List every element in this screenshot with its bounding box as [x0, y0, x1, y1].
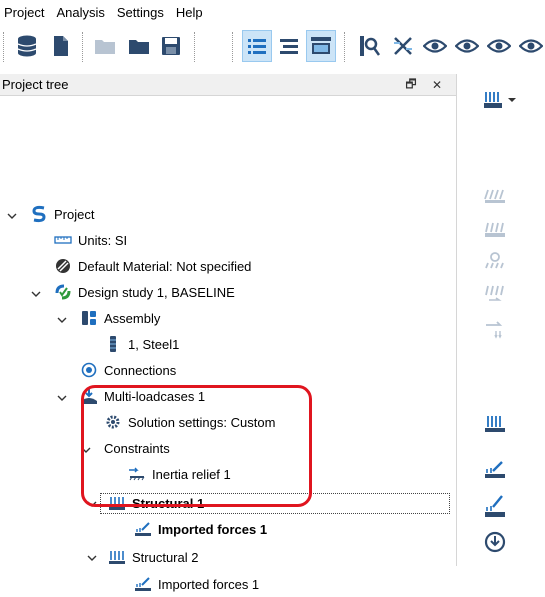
- eye-icon[interactable]: [420, 30, 450, 62]
- new-file-icon[interactable]: [46, 30, 76, 62]
- tree-label: Imported forces 1: [158, 576, 260, 592]
- imported-forces-icon: [134, 575, 152, 593]
- part-icon: [104, 335, 122, 353]
- panel-title: Project tree: [2, 77, 69, 92]
- tree-item-imported-forces-1a[interactable]: Imported forces 1: [134, 516, 267, 542]
- toolbar-separator: [82, 32, 83, 62]
- list-view-icon[interactable]: [242, 30, 272, 62]
- distributed-load-disabled-icon[interactable]: [480, 216, 510, 244]
- chevron-down-icon[interactable]: [6, 210, 18, 222]
- highlight-annotation-box: [81, 385, 312, 507]
- tree-item-units[interactable]: Units: SI: [54, 227, 127, 253]
- design-study-icon: [54, 283, 72, 301]
- float-panel-icon[interactable]: 🗗: [402, 76, 420, 94]
- tree-item-project[interactable]: Project: [30, 201, 94, 227]
- tree-item-part[interactable]: 1, Steel1: [104, 331, 179, 357]
- inspect-icon[interactable]: [354, 30, 384, 62]
- close-panel-icon[interactable]: ✕: [428, 76, 446, 94]
- menu-help[interactable]: Help: [170, 0, 209, 26]
- database-icon[interactable]: [12, 30, 42, 62]
- open-folder-disabled-icon[interactable]: [90, 30, 120, 62]
- chevron-down-icon[interactable]: [56, 314, 68, 326]
- gravity-load-disabled-icon[interactable]: [480, 248, 510, 276]
- main-toolbar: [0, 26, 545, 70]
- tree-label: 1, Steel1: [128, 336, 180, 352]
- assembly-icon: [80, 309, 98, 327]
- tree-label: Design study 1, BASELINE: [78, 284, 235, 300]
- pressure-load-disabled-icon[interactable]: [480, 182, 510, 210]
- tree-item-design-study[interactable]: Design study 1, BASELINE: [54, 279, 235, 305]
- image-view-icon[interactable]: [306, 30, 336, 62]
- menu-project[interactable]: Project: [0, 0, 50, 26]
- tree-label: Imported forces 1: [158, 521, 268, 537]
- tree-label: Units: SI: [78, 232, 128, 248]
- tree-item-connections[interactable]: Connections: [80, 357, 176, 383]
- project-tree-header: Project tree 🗗 ✕: [0, 74, 456, 96]
- download-circle-icon[interactable]: [480, 528, 510, 556]
- eye-extra-icon[interactable]: [516, 30, 545, 62]
- tree-item-imported-forces-1b[interactable]: Imported forces 1: [134, 571, 259, 597]
- menu-settings[interactable]: Settings: [111, 0, 170, 26]
- toolbar-separator: [194, 32, 195, 62]
- toolbar-separator: [3, 32, 4, 62]
- chevron-down-icon[interactable]: [30, 288, 42, 300]
- chevron-down-icon[interactable]: [56, 392, 68, 404]
- menu-bar: Project Analysis Settings Help: [0, 0, 545, 26]
- torque-load-disabled-icon[interactable]: [480, 280, 510, 308]
- tree-label: Default Material: Not specified: [78, 258, 252, 274]
- panel-divider: [456, 74, 457, 566]
- material-icon: [54, 257, 72, 275]
- imported-forces-icon: [134, 520, 152, 538]
- menu-analysis[interactable]: Analysis: [50, 0, 110, 26]
- imported-load-tool-icon[interactable]: [480, 490, 510, 524]
- toolbar-separator: [232, 32, 233, 62]
- save-icon[interactable]: [156, 30, 186, 62]
- ruler-icon: [54, 231, 72, 249]
- structural-loadcase-icon: [108, 548, 126, 566]
- tree-item-structural-2[interactable]: Structural 2: [108, 544, 198, 570]
- tree-label: Assembly: [104, 310, 161, 326]
- tree-item-assembly[interactable]: Assembly: [80, 305, 160, 331]
- displacement-disabled-icon[interactable]: [480, 314, 510, 342]
- split-view-icon[interactable]: [274, 30, 304, 62]
- eye-settings-icon[interactable]: [452, 30, 482, 62]
- project-tree: Project Units: SI Default Material: Not …: [0, 96, 456, 592]
- folder-icon[interactable]: [124, 30, 154, 62]
- tree-label: Connections: [104, 362, 177, 378]
- tree-item-default-material[interactable]: Default Material: Not specified: [54, 253, 251, 279]
- connections-icon: [80, 361, 98, 379]
- close-mesh-icon[interactable]: [388, 30, 418, 62]
- structural-load-icon[interactable]: [480, 410, 510, 438]
- tree-label: Project: [54, 206, 95, 222]
- chevron-down-icon[interactable]: [86, 552, 98, 564]
- tree-label: Structural 2: [132, 549, 199, 565]
- loadcase-dropdown-icon[interactable]: [480, 86, 520, 114]
- toolbar-separator: [344, 32, 345, 62]
- project-logo-icon: [30, 205, 48, 223]
- imported-forces-tool-icon[interactable]: [480, 456, 510, 484]
- eye-dropdown-icon[interactable]: [484, 30, 514, 62]
